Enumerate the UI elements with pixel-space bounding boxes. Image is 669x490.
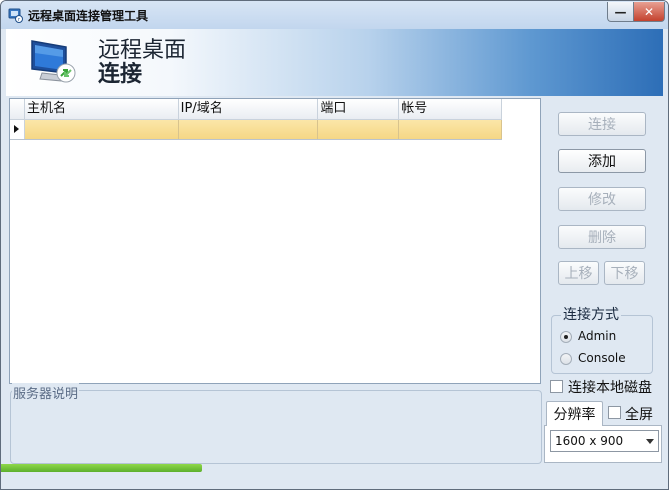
delete-button[interactable]: 删除	[558, 225, 646, 249]
local-disk-label[interactable]: 连接本地磁盘	[568, 377, 652, 397]
minimize-icon: —	[614, 4, 627, 19]
grid-corner	[10, 99, 25, 119]
banner-title-line1: 远程桌面	[98, 38, 187, 63]
app-icon: r	[8, 8, 23, 23]
grid-header: 主机名 IP/域名 端口 帐号	[10, 99, 503, 120]
connect-mode-label: 连接方式	[561, 304, 621, 324]
current-row-icon	[14, 125, 19, 133]
title-bar[interactable]: r 远程桌面连接管理工具 — ✕	[1, 1, 668, 29]
local-disk-checkbox[interactable]	[550, 380, 563, 393]
banner-title-line2: 连接	[98, 62, 143, 87]
radio-admin-label[interactable]: Admin	[578, 329, 616, 343]
fullscreen-checkbox[interactable]	[608, 406, 621, 419]
column-header-hostname[interactable]: 主机名	[25, 99, 179, 119]
row-header[interactable]	[10, 120, 25, 139]
resolution-value: 1600 x 900	[555, 434, 624, 448]
cell-account[interactable]	[399, 120, 503, 139]
edit-button[interactable]: 修改	[558, 187, 646, 211]
header-banner: 远程桌面 连接	[6, 29, 663, 96]
table-row[interactable]	[10, 120, 503, 140]
resolution-dropdown[interactable]: 1600 x 900	[550, 430, 659, 452]
column-header-port[interactable]: 端口	[318, 99, 400, 119]
server-description-box[interactable]	[10, 390, 542, 464]
column-header-account[interactable]: 帐号	[399, 99, 503, 119]
radio-admin[interactable]	[560, 331, 572, 343]
progress-bar	[1, 464, 202, 472]
move-up-button[interactable]: 上移	[558, 261, 599, 285]
main-window: r 远程桌面连接管理工具 — ✕ 远程桌面 连接 主机名 IP/域名 端口 帐号	[0, 0, 669, 490]
cell-hostname[interactable]	[24, 120, 179, 139]
radio-console-label[interactable]: Console	[578, 351, 626, 365]
chevron-down-icon[interactable]	[646, 439, 654, 444]
window-title: 远程桌面连接管理工具	[28, 9, 149, 23]
column-header-ip[interactable]: IP/域名	[179, 99, 319, 119]
server-description-label: 服务器说明	[12, 383, 80, 402]
tab-resolution[interactable]: 分辨率	[546, 401, 603, 426]
move-down-button[interactable]: 下移	[604, 261, 645, 285]
close-icon: ✕	[643, 4, 655, 19]
minimize-button[interactable]: —	[607, 2, 633, 22]
remote-desktop-icon	[31, 40, 76, 83]
cell-port[interactable]	[318, 120, 400, 139]
radio-console[interactable]	[560, 353, 572, 365]
close-button[interactable]: ✕	[633, 2, 665, 22]
add-button[interactable]: 添加	[558, 149, 646, 173]
connect-button[interactable]: 连接	[558, 112, 646, 136]
cell-ip[interactable]	[178, 120, 319, 139]
fullscreen-label[interactable]: 全屏	[625, 404, 653, 424]
server-grid[interactable]: 主机名 IP/域名 端口 帐号	[9, 98, 541, 384]
